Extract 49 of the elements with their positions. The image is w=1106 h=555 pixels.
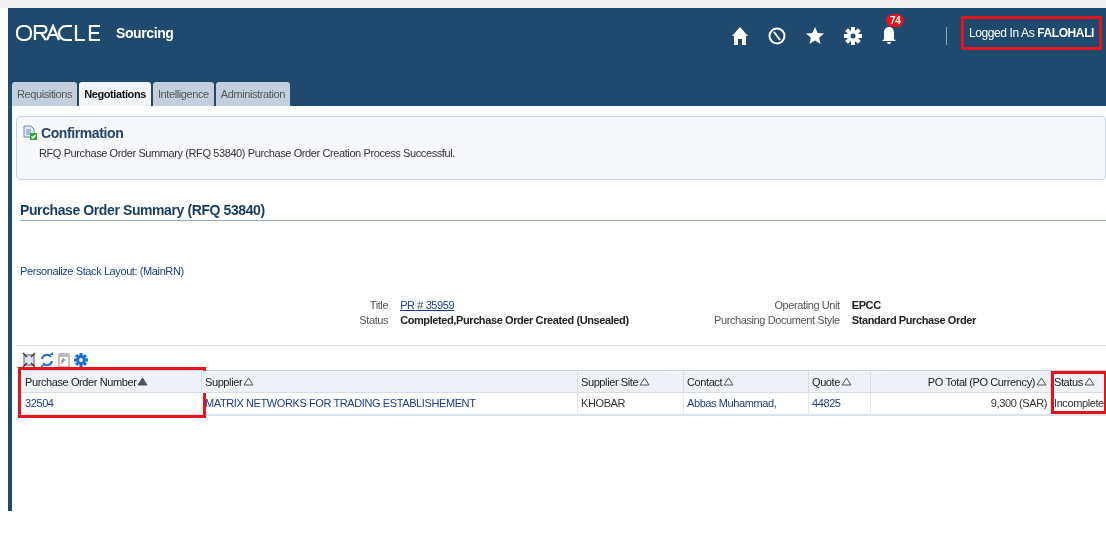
settings-icon[interactable] xyxy=(844,27,862,45)
tab[interactable]: Intelligence xyxy=(152,82,214,106)
column-header[interactable]: Contact xyxy=(684,371,809,392)
table-cell-link[interactable]: 32504 xyxy=(22,392,202,414)
tab[interactable]: Negotiations xyxy=(79,82,151,106)
sort-ascending-icon[interactable] xyxy=(137,377,149,386)
table-cell: Incomplete xyxy=(1051,392,1106,414)
sort-icon[interactable] xyxy=(1036,377,1047,386)
table-cell-link[interactable]: MATRIX NETWORKS FOR TRADING ESTABLISHEMENT xyxy=(202,392,578,414)
sort-icon[interactable] xyxy=(723,377,735,386)
confirmation-title: Confirmation xyxy=(41,125,124,141)
field-label: Operating Unit xyxy=(773,299,840,311)
column-header[interactable]: Supplier Site xyxy=(578,371,684,392)
field-value: Standard Purchase Order xyxy=(851,314,976,326)
export-icon[interactable] xyxy=(58,352,70,368)
field-value: EPCC xyxy=(851,299,882,311)
sort-icon[interactable] xyxy=(639,377,651,386)
star-icon[interactable] xyxy=(806,27,824,45)
personalize-link[interactable]: Personalize Stack Layout: (MainRN) xyxy=(20,265,1106,277)
section-title: Purchase Order Summary (RFQ 53840) xyxy=(20,202,1106,221)
field-label: Status xyxy=(358,314,389,326)
sort-icon[interactable] xyxy=(243,377,255,386)
product-name: Sourcing xyxy=(116,25,174,41)
table-cell: 9,300 (SAR) xyxy=(871,392,1051,414)
column-header[interactable]: Purchase Order Number xyxy=(22,371,202,392)
home-icon[interactable] xyxy=(732,26,748,46)
tab[interactable]: Administration xyxy=(215,82,290,106)
table-cell: KHOBAR xyxy=(578,392,684,414)
notification-badge: 74 xyxy=(886,14,905,27)
table-cell-link[interactable]: Abbas Muhammad, xyxy=(684,392,809,414)
document-check-icon xyxy=(23,125,37,141)
refresh-icon[interactable] xyxy=(40,352,54,368)
field-label: Purchasing Document Style xyxy=(714,314,840,326)
logged-in-user: Logged In As FALOHALI xyxy=(961,16,1102,50)
sort-icon[interactable] xyxy=(1083,377,1095,386)
column-header[interactable]: Status xyxy=(1051,371,1106,392)
table-cell-link[interactable]: 44825 xyxy=(809,392,871,414)
column-header[interactable]: PO Total (PO Currency) xyxy=(871,371,1051,392)
sort-icon[interactable] xyxy=(840,377,852,386)
settings-icon[interactable] xyxy=(74,352,88,368)
field-label: Title xyxy=(368,299,389,311)
column-header[interactable]: Quote xyxy=(809,371,871,392)
title-link[interactable]: PR # 35959 xyxy=(400,299,714,311)
tab[interactable]: Requisitions xyxy=(12,82,78,106)
detach-icon[interactable] xyxy=(22,352,36,368)
field-value: Completed,Purchase Order Created (Unsealed) xyxy=(400,314,630,326)
notifications-icon[interactable] xyxy=(882,26,896,46)
column-header[interactable]: Supplier xyxy=(202,371,578,392)
confirmation-message: RFQ Purchase Order Summary (RFQ 53840) Purchase Order Creation Process Successful. xyxy=(38,147,456,159)
